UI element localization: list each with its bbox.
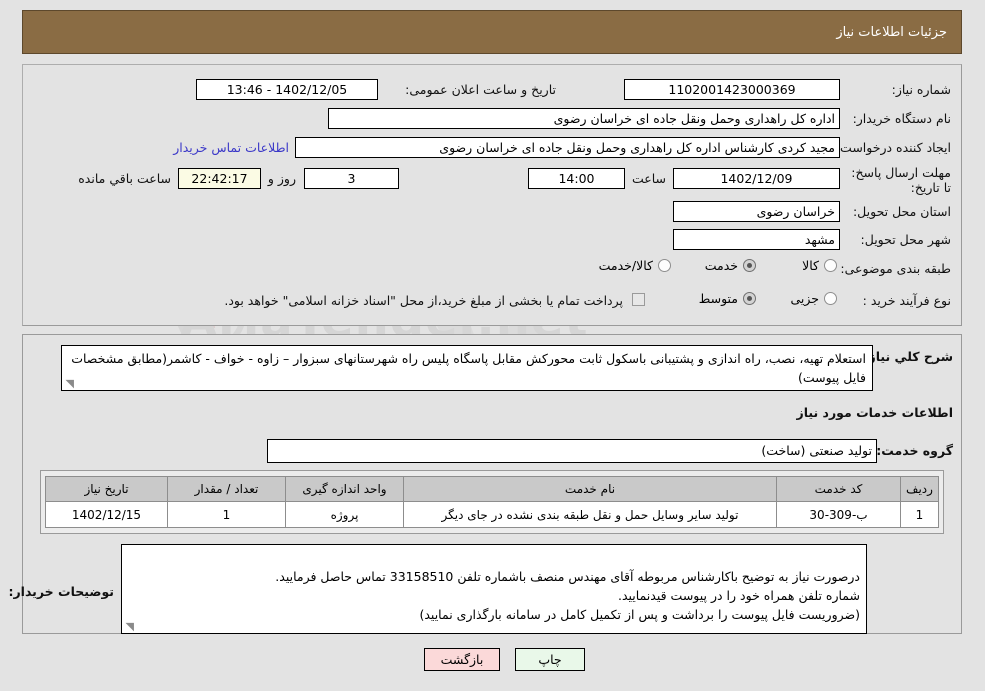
resize-grip-icon[interactable]: ◥	[64, 378, 74, 389]
services-heading: اطلاعات خدمات مورد نیاز	[796, 405, 954, 420]
field-service-group: تولید صنعتی (ساخت)	[267, 439, 877, 463]
label-islamic-treasury: پرداخت تمام یا بخشی از مبلغ خرید،از محل …	[224, 293, 623, 308]
td-need-date: 1402/12/15	[45, 501, 168, 528]
th-row: ردیف	[900, 476, 939, 502]
field-days-left: 3	[304, 168, 399, 189]
need-info-panel: شماره نیاز: 1102001423000369 تاریخ و ساع…	[22, 64, 962, 326]
page-title-text: جزئیات اطلاعات نیاز	[836, 24, 947, 40]
label-category: طبقه بندی موضوعی:	[840, 261, 951, 276]
label-city: شهر محل تحویل:	[860, 232, 951, 247]
radio-icon-kala-khedmat[interactable]	[658, 259, 671, 272]
th-need-date: تاریخ نیاز	[45, 476, 168, 502]
radio-label-khedmat: خدمت	[704, 258, 738, 273]
label-hour: ساعت	[631, 171, 666, 186]
label-days-and: روز و	[267, 171, 296, 186]
field-city: مشهد	[673, 229, 840, 250]
radio-icon-motavaset[interactable]	[743, 292, 756, 305]
th-unit: واحد اندازه گیری	[285, 476, 404, 502]
buyer-contact-link[interactable]: اطلاعات تماس خریدار	[173, 140, 289, 155]
field-general-description[interactable]: استعلام تهیه، نصب، راه اندازی و پشتیبانی…	[61, 345, 873, 391]
td-quantity: 1	[167, 501, 286, 528]
th-name: نام خدمت	[403, 476, 777, 502]
label-buyer-org: نام دستگاه خریدار:	[852, 111, 951, 126]
td-name: تولید سایر وسایل حمل و نقل طبقه بندی نشد…	[403, 501, 777, 528]
field-deadline-date: 1402/12/09	[673, 168, 840, 189]
table-row: 1 ب-309-30 تولید سایر وسایل حمل و نقل طب…	[45, 501, 939, 528]
label-general-description: شرح کلي نياز:	[863, 349, 953, 364]
radio-label-motavaset: متوسط	[698, 291, 738, 306]
label-service-group: گروه خدمت:	[876, 443, 953, 458]
field-requester: مجید کردی کارشناس اداره کل راهداری وحمل …	[295, 137, 840, 158]
radio-purchase-jozi[interactable]: جزیی	[790, 291, 837, 306]
td-code: ب-309-30	[776, 501, 901, 528]
checkbox-islamic-treasury[interactable]	[632, 293, 645, 306]
back-button[interactable]: بازگشت	[424, 648, 500, 671]
label-purchase-type: نوع فرآیند خرید :	[862, 293, 951, 308]
label-requester: ایجاد کننده درخواست:	[835, 140, 951, 155]
print-button[interactable]: چاپ	[515, 648, 585, 671]
radio-category-kala[interactable]: کالا	[802, 258, 837, 273]
th-code: کد خدمت	[776, 476, 901, 502]
td-row: 1	[900, 501, 939, 528]
radio-label-kala: کالا	[802, 258, 819, 273]
radio-icon-jozi[interactable]	[824, 292, 837, 305]
radio-label-jozi: جزیی	[790, 291, 819, 306]
radio-category-kala-khedmat[interactable]: کالا/خدمت	[599, 258, 671, 273]
field-province: خراسان رضوی	[673, 201, 840, 222]
label-province: استان محل تحویل:	[852, 204, 951, 219]
table-header-row: ردیف کد خدمت نام خدمت واحد اندازه گیری ت…	[45, 476, 939, 502]
field-need-number: 1102001423000369	[624, 79, 840, 100]
label-buyer-notes: توضیحات خریدار:	[8, 584, 114, 599]
label-deadline: مهلت ارسال پاسخ: تا تاریخ:	[851, 165, 951, 195]
buyer-notes-resize-grip-icon[interactable]: ◥	[124, 621, 134, 632]
field-time-left: 22:42:17	[178, 168, 261, 189]
radio-icon-khedmat[interactable]	[743, 259, 756, 272]
field-deadline-time: 14:00	[528, 168, 625, 189]
radio-purchase-motavaset[interactable]: متوسط	[699, 291, 756, 306]
page-root: AriaTender.net جزئیات اطلاعات نیاز شماره…	[0, 0, 985, 691]
radio-label-kala-khedmat: کالا/خدمت	[598, 258, 653, 273]
general-description-text: استعلام تهیه، نصب، راه اندازی و پشتیبانی…	[71, 351, 866, 385]
radio-icon-kala[interactable]	[824, 259, 837, 272]
field-public-announce: 1402/12/05 - 13:46	[196, 79, 378, 100]
label-hours-remaining: ساعت باقي مانده	[78, 171, 171, 186]
field-buyer-notes[interactable]: درصورت نیاز به توضیح باکارشناس مربوطه آق…	[121, 544, 867, 634]
page-title: جزئیات اطلاعات نیاز	[22, 10, 962, 54]
th-quantity: تعداد / مقدار	[167, 476, 286, 502]
field-buyer-org: اداره کل راهداری وحمل ونقل جاده ای خراسا…	[328, 108, 840, 129]
services-table: ردیف کد خدمت نام خدمت واحد اندازه گیری ت…	[45, 476, 939, 528]
label-need-number: شماره نیاز:	[891, 82, 951, 97]
label-public-announce: تاریخ و ساعت اعلان عمومی:	[405, 82, 556, 97]
radio-category-khedmat[interactable]: خدمت	[705, 258, 756, 273]
td-unit: پروژه	[285, 501, 404, 528]
buyer-notes-text: درصورت نیاز به توضیح باکارشناس مربوطه آق…	[275, 569, 860, 622]
